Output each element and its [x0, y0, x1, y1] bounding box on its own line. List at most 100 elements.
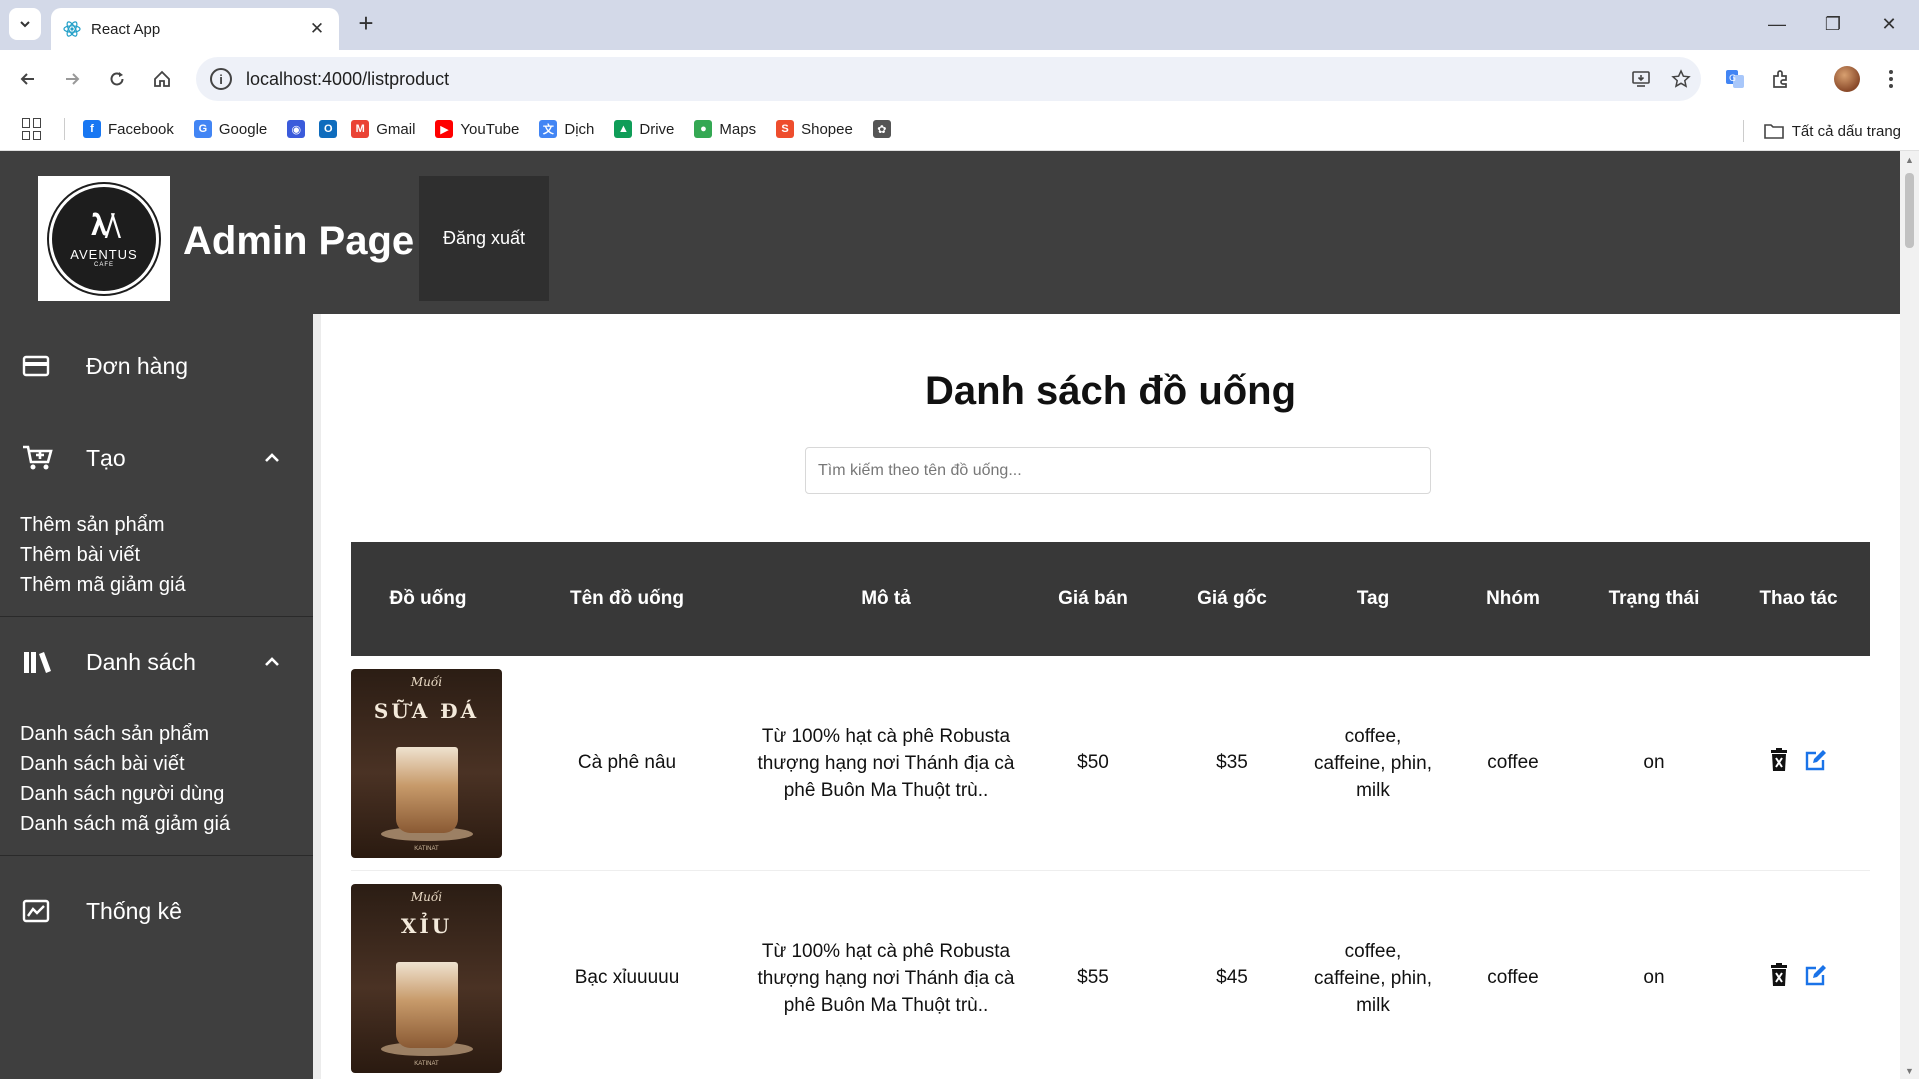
sidebar: Đơn hàng Tạo Thêm sản phẩm Thêm bài viết…: [0, 314, 313, 1079]
gmail-icon: M: [351, 120, 370, 138]
product-name: Bạc xỉuuuuu: [574, 967, 680, 988]
translate-icon: 文: [539, 120, 558, 138]
sidebar-item-label: Tạo: [86, 444, 126, 471]
sidebar-link-user-list[interactable]: Danh sách người dùng: [20, 779, 313, 809]
chevron-up-icon[interactable]: [257, 453, 287, 463]
column-header: Thao tác: [1759, 588, 1838, 609]
sidebar-link-add-product[interactable]: Thêm sản phẩm: [20, 510, 313, 540]
bookmark-item[interactable]: O: [319, 120, 338, 138]
scroll-down-arrow-icon[interactable]: ▼: [1905, 1066, 1914, 1076]
bookmark-label: Shopee: [801, 120, 853, 138]
chevron-up-icon[interactable]: [257, 657, 287, 667]
sidebar-item-create[interactable]: Tạo: [0, 418, 313, 498]
restore-button[interactable]: ❐: [1805, 6, 1861, 42]
product-table: Đồ uống Tên đồ uống Mô tả Giá bán Giá gố…: [351, 542, 1870, 1079]
product-image[interactable]: Muối SỮA ĐÁ KATINAT: [351, 668, 502, 858]
bookmark-item[interactable]: f Facebook: [83, 120, 174, 138]
edit-icon[interactable]: [1804, 964, 1828, 992]
bookmark-item[interactable]: M Gmail: [351, 120, 415, 138]
sidebar-link-add-coupon[interactable]: Thêm mã giảm giá: [20, 570, 313, 600]
bookmark-label: Drive: [639, 120, 675, 138]
search-input[interactable]: [805, 447, 1431, 494]
maps-icon: ●: [694, 120, 713, 138]
logo[interactable]: 𝛌/\ AVENTUS CAFE: [38, 176, 170, 301]
arrow-right-icon: [66, 73, 80, 85]
minimize-button[interactable]: —: [1749, 6, 1805, 42]
sidebar-item-lists[interactable]: Danh sách: [0, 617, 313, 707]
browser-toolbar: i localhost:4000/listproduct G: [0, 50, 1919, 108]
home-button[interactable]: [146, 63, 178, 95]
new-tab-button[interactable]: +: [352, 10, 380, 38]
content-title: Danh sách đồ uống: [924, 369, 1297, 413]
url-text[interactable]: localhost:4000/listproduct: [246, 69, 1621, 90]
shopee-icon: S: [776, 120, 795, 138]
table-row: Muối SỮA ĐÁ KATINAT Cà phê nâu Từ 100% h…: [351, 656, 1870, 871]
logout-button[interactable]: Đăng xuất: [419, 176, 549, 301]
credit-card-icon: [22, 352, 62, 380]
product-tags: coffee, caffeine, phin, milk: [1314, 725, 1432, 801]
profile-avatar[interactable]: [1831, 63, 1863, 95]
site-info-icon[interactable]: i: [210, 68, 232, 90]
install-app-icon[interactable]: [1621, 59, 1661, 99]
bookmark-item[interactable]: ✿: [872, 120, 891, 138]
product-image-cell: Muối XỈU KATINAT: [351, 883, 505, 1073]
delete-icon[interactable]: [1770, 748, 1788, 778]
browser-tab[interactable]: React App ✕: [51, 8, 339, 50]
sidebar-item-label: Đơn hàng: [86, 352, 189, 379]
forward-button[interactable]: [56, 63, 88, 95]
product-description: Từ 100% hạt cà phê Robusta thượng hạng n…: [757, 725, 1015, 801]
arrow-left-icon: [20, 73, 34, 85]
bookmark-item[interactable]: ◉: [287, 120, 306, 138]
bookmark-label: Gmail: [376, 120, 416, 138]
sidebar-link-add-post[interactable]: Thêm bài viết: [20, 540, 313, 570]
scroll-up-arrow-icon[interactable]: ▲: [1905, 155, 1914, 165]
product-status: on: [1643, 967, 1665, 988]
logo-subtext: CAFE: [93, 262, 114, 268]
sidebar-item-stats[interactable]: Thống kê: [0, 856, 313, 966]
page-title: Admin Page: [183, 219, 415, 263]
bookmark-item[interactable]: G Google: [193, 120, 267, 138]
page-scrollbar[interactable]: ▲ ▼: [1900, 151, 1919, 1079]
tab-search-button[interactable]: [9, 8, 41, 40]
cart-plus-icon: [22, 444, 62, 472]
page: 𝛌/\ AVENTUS CAFE Admin Page Đăng xuất Đơ…: [0, 151, 1900, 1079]
bookmark-label: Dịch: [564, 120, 595, 138]
react-icon: [63, 21, 81, 37]
delete-icon[interactable]: [1770, 963, 1788, 993]
bookmark-item[interactable]: ▶ YouTube: [435, 120, 519, 138]
bookmarks-divider: [64, 118, 65, 140]
all-bookmarks-button[interactable]: Tất cả dấu trang: [1742, 120, 1901, 142]
apps-grid-icon[interactable]: [22, 118, 44, 140]
product-image[interactable]: Muối XỈU KATINAT: [351, 883, 502, 1073]
bookmark-list: f Facebook G Google ◉ O M Gmail ▶ YouTube 文 Dịch ▲ Dr…: [83, 120, 905, 138]
sidebar-item-label: Danh sách: [86, 648, 196, 675]
logo-mark-icon: 𝛌/\: [91, 208, 121, 243]
sidebar-link-post-list[interactable]: Danh sách bài viết: [20, 749, 313, 779]
tab-title: React App: [91, 20, 161, 38]
row-actions: [1727, 963, 1870, 993]
bookmark-item[interactable]: ▲ Drive: [614, 120, 674, 138]
edit-icon[interactable]: [1804, 749, 1828, 777]
scroll-thumb[interactable]: [1905, 173, 1914, 248]
reload-button[interactable]: [101, 63, 133, 95]
close-window-button[interactable]: ✕: [1861, 6, 1917, 42]
sidebar-link-product-list[interactable]: Danh sách sản phẩm: [20, 719, 313, 749]
chevron-down-icon: [20, 21, 30, 28]
bookmark-item[interactable]: S Shopee: [776, 120, 853, 138]
translate-extension-icon[interactable]: G: [1719, 63, 1751, 95]
tab-close-icon[interactable]: ✕: [307, 19, 327, 39]
sidebar-link-coupon-list[interactable]: Danh sách mã giảm giá: [20, 809, 313, 839]
google-icon: G: [193, 120, 212, 138]
sidebar-item-orders[interactable]: Đơn hàng: [0, 314, 313, 418]
home-icon: [154, 70, 170, 87]
back-button[interactable]: [12, 63, 44, 95]
thumb-footer: KATINAT: [414, 845, 439, 852]
bookmark-star-icon[interactable]: [1661, 59, 1701, 99]
extensions-icon[interactable]: [1765, 63, 1797, 95]
product-original-price: $45: [1216, 967, 1248, 988]
browser-menu-icon[interactable]: [1875, 63, 1907, 95]
address-bar[interactable]: i localhost:4000/listproduct: [196, 57, 1701, 101]
bookmark-item[interactable]: 文 Dịch: [539, 120, 594, 138]
bookmark-item[interactable]: ● Maps: [694, 120, 756, 138]
bookmark-label: Facebook: [108, 120, 174, 138]
